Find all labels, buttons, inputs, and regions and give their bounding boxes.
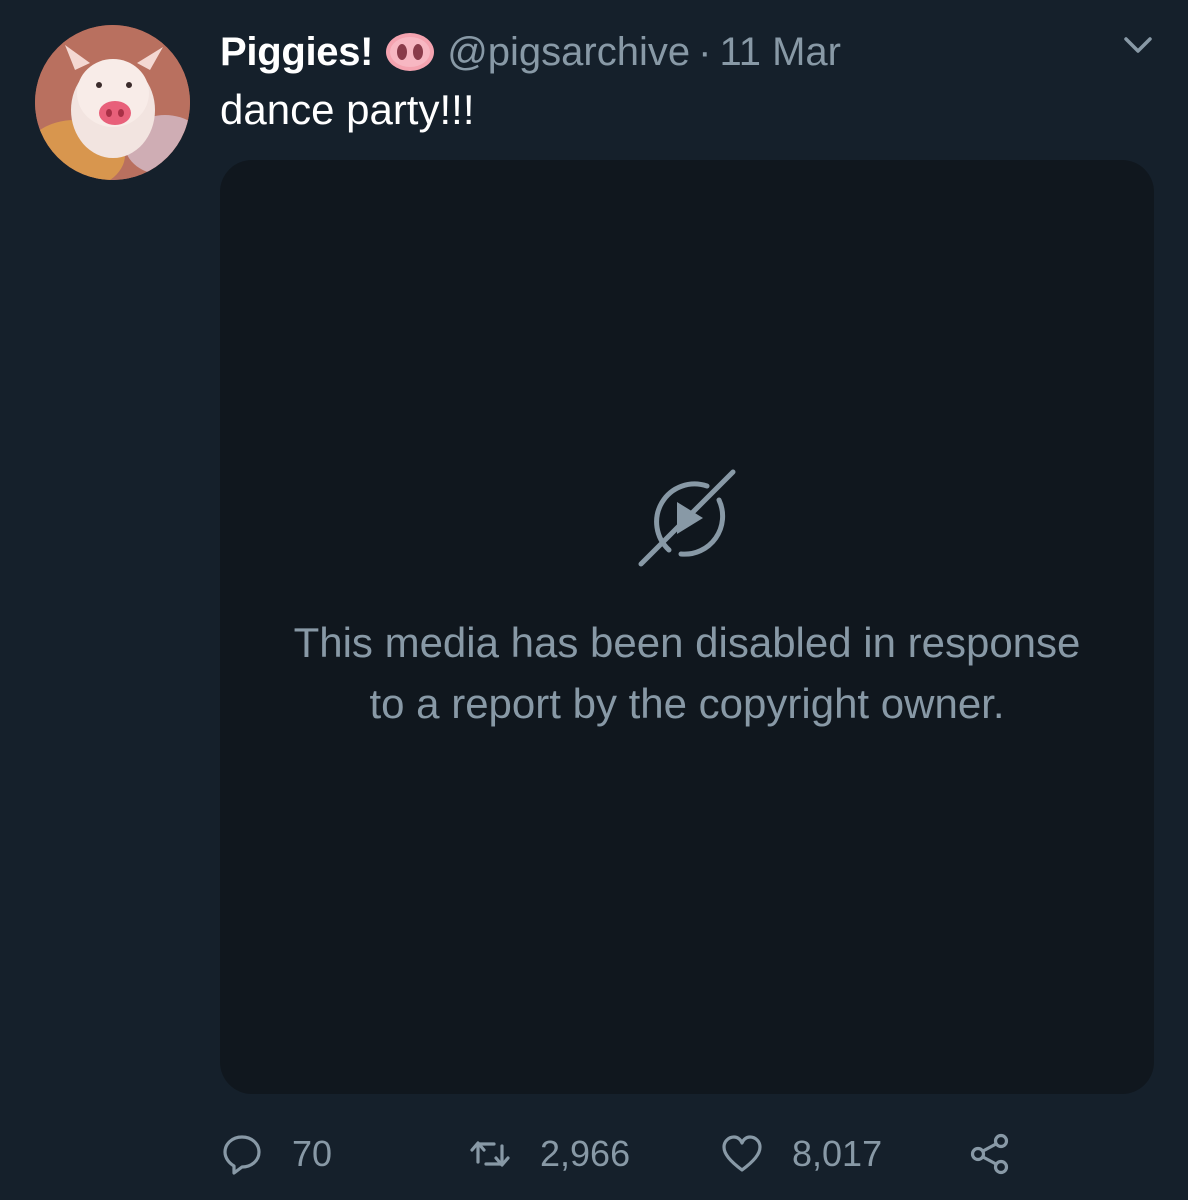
tweet-header: Piggies! @pigsarchive · 11 Mar	[220, 26, 841, 78]
tweet-text: dance party!!!	[220, 86, 475, 133]
retweet-button[interactable]: 2,966	[468, 1126, 630, 1182]
pig-avatar-image	[35, 25, 190, 180]
media-container: This media has been disabled in response…	[220, 160, 1154, 1094]
like-count: 8,017	[792, 1133, 883, 1174]
pig-nose-emoji-icon	[385, 31, 435, 73]
tweet-actions: 70 2,966 8,017	[220, 1126, 1154, 1182]
retweet-count: 2,966	[540, 1133, 631, 1174]
media-disabled-icon	[637, 468, 737, 568]
retweet-icon	[470, 1141, 510, 1167]
share-icon	[970, 1133, 1009, 1175]
tweet: Piggies! @pigsarchive · 11 Mar dance par…	[0, 0, 1188, 1200]
share-button[interactable]	[968, 1126, 1012, 1182]
media-disabled-message: This media has been disabled in response…	[293, 619, 1081, 727]
handle[interactable]: @pigsarchive	[447, 30, 690, 75]
display-name[interactable]: Piggies!	[220, 30, 373, 75]
separator: ·	[698, 29, 712, 74]
reply-icon	[223, 1135, 261, 1175]
reply-button[interactable]: 70	[220, 1126, 332, 1182]
avatar[interactable]	[35, 25, 190, 180]
like-button[interactable]: 8,017	[720, 1126, 882, 1182]
reply-count: 70	[292, 1133, 333, 1174]
more-options-chevron-down-icon[interactable]	[1120, 30, 1156, 60]
timestamp[interactable]: 11 Mar	[719, 30, 841, 75]
heart-icon	[722, 1135, 762, 1172]
